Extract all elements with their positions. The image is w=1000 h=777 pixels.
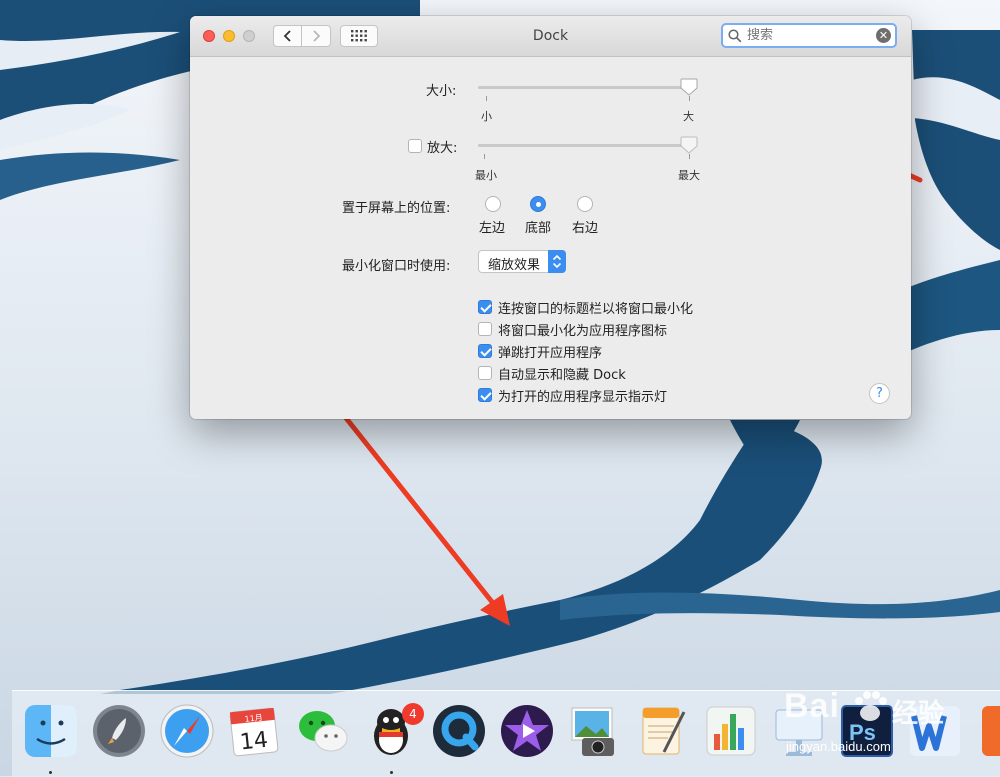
option-label: 弹跳打开应用程序: [498, 346, 603, 361]
magnification-slider-thumb[interactable]: [680, 136, 698, 154]
magnification-label: 放大:: [427, 141, 458, 156]
position-bottom-label: 底部: [525, 221, 552, 236]
imovie-icon[interactable]: [498, 702, 556, 760]
title-bar[interactable]: Dock ✕: [190, 16, 911, 57]
magnification-tick-min: [484, 154, 485, 159]
launchpad-icon[interactable]: [90, 702, 148, 760]
option-checkbox-indicator[interactable]: [478, 388, 492, 402]
option-label: 连按窗口的标题栏以将窗口最小化: [498, 302, 694, 317]
option-checkbox-minimize-to-icon[interactable]: [478, 322, 492, 336]
safari-icon[interactable]: [158, 702, 216, 760]
minimize-effect-label: 最小化窗口时使用:: [342, 259, 451, 274]
watermark-url: jingyan.baidu.com: [786, 739, 891, 754]
option-label: 将窗口最小化为应用程序图标: [498, 324, 668, 339]
position-bottom-radio[interactable]: [530, 196, 546, 212]
size-tick-max: [689, 96, 690, 101]
magnification-max-label: 最大: [678, 169, 700, 182]
size-slider-thumb[interactable]: [680, 78, 698, 96]
clear-search-icon[interactable]: ✕: [876, 28, 891, 43]
quicktime-icon[interactable]: [430, 702, 488, 760]
pages-icon[interactable]: [634, 702, 692, 760]
option-checkbox-bounce[interactable]: [478, 344, 492, 358]
size-max-label: 大: [683, 110, 694, 123]
qq-notification-badge: 4: [402, 703, 424, 725]
size-tick-min: [486, 96, 487, 101]
size-label: 大小:: [426, 84, 457, 99]
popup-arrows-icon: [548, 250, 566, 273]
option-label: 自动显示和隐藏 Dock: [498, 368, 626, 383]
dock-preferences-window: Dock ✕ 大小: 小 大 放大: 最小 最大 置于屏幕上的位置: 左边 底部…: [190, 16, 911, 419]
help-button[interactable]: ?: [869, 383, 890, 404]
size-min-label: 小: [481, 110, 492, 123]
watermark-cn: 经验: [892, 698, 945, 728]
magnification-min-label: 最小: [475, 169, 497, 182]
option-checkbox-double-click-minimize[interactable]: [478, 300, 492, 314]
magnification-checkbox[interactable]: [408, 139, 422, 153]
position-label: 置于屏幕上的位置:: [342, 201, 451, 216]
position-left-radio[interactable]: [485, 196, 501, 212]
magnification-slider-track[interactable]: [478, 144, 696, 147]
position-left-label: 左边: [479, 221, 506, 236]
option-label: 为打开的应用程序显示指示灯: [498, 390, 668, 405]
position-right-radio[interactable]: [577, 196, 593, 212]
iphoto-icon[interactable]: [566, 702, 624, 760]
minimize-effect-popup[interactable]: 缩放效果: [478, 250, 566, 273]
paw-icon: [855, 691, 887, 721]
qq-running-indicator: [390, 771, 393, 774]
numbers-icon[interactable]: [702, 702, 760, 760]
baidu-jingyan-watermark: Bai 经验 jingyan.baidu.com: [770, 685, 1000, 775]
position-right-label: 右边: [572, 221, 599, 236]
search-input[interactable]: [747, 27, 875, 44]
size-slider-track[interactable]: [478, 86, 696, 89]
wechat-icon[interactable]: [294, 702, 352, 760]
calendar-month: 11月: [244, 713, 263, 724]
option-checkbox-autohide[interactable]: [478, 366, 492, 380]
search-field[interactable]: ✕: [721, 23, 897, 48]
finder-running-indicator: [49, 771, 52, 774]
calendar-icon[interactable]: 11月 14: [226, 702, 284, 760]
minimize-effect-value: 缩放效果: [488, 258, 541, 273]
calendar-day: 14: [239, 728, 269, 756]
magnification-tick-max: [689, 154, 690, 159]
search-icon: [728, 29, 742, 43]
watermark-brand: Bai: [784, 687, 840, 725]
finder-icon[interactable]: [22, 702, 80, 760]
